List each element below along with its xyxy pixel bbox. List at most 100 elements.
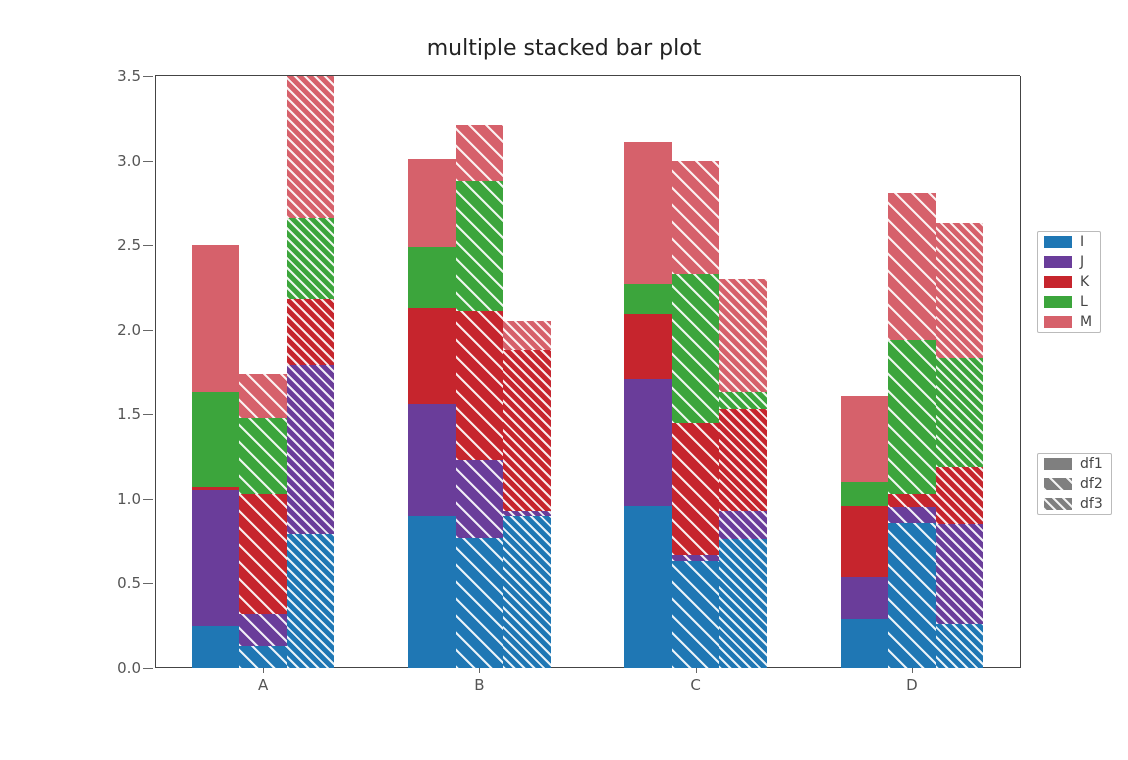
y-tick xyxy=(143,499,153,500)
segment-I xyxy=(456,538,504,668)
legend-series-row: I xyxy=(1038,232,1100,252)
segment-M xyxy=(287,76,335,218)
segment-L xyxy=(287,218,335,299)
y-tick xyxy=(143,245,153,246)
segment-J xyxy=(719,511,767,540)
segment-L xyxy=(841,482,889,506)
y-tick xyxy=(143,161,153,162)
legend-patch-J xyxy=(1044,256,1072,268)
legend-groups: df1 df2 df3 xyxy=(1037,453,1112,515)
bar-C-df2 xyxy=(672,76,720,668)
segment-M xyxy=(239,374,287,418)
segment-M xyxy=(719,279,767,392)
bar-A-df2 xyxy=(239,76,287,668)
segment-L xyxy=(624,284,672,314)
segment-I xyxy=(192,626,240,668)
segment-J xyxy=(841,577,889,619)
segment-K xyxy=(888,494,936,508)
y-tick xyxy=(143,330,153,331)
segment-M xyxy=(624,142,672,284)
segment-J xyxy=(936,524,984,624)
legend-label: df2 xyxy=(1080,476,1103,492)
segment-J xyxy=(287,365,335,534)
y-tick-label: 1.5 xyxy=(117,405,141,423)
segment-K xyxy=(192,487,240,490)
segment-L xyxy=(456,181,504,311)
y-tick-label: 0.5 xyxy=(117,574,141,592)
legend-patch-df2 xyxy=(1044,478,1072,490)
segment-K xyxy=(624,314,672,378)
segment-J xyxy=(456,460,504,538)
segment-J xyxy=(503,511,551,516)
segment-I xyxy=(672,561,720,668)
y-tick xyxy=(143,76,153,77)
bar-B-df2 xyxy=(456,76,504,668)
segment-L xyxy=(239,418,287,494)
segment-K xyxy=(936,467,984,525)
segment-L xyxy=(192,392,240,487)
bar-D-df1 xyxy=(841,76,889,668)
segment-I xyxy=(719,539,767,668)
y-tick-label: 2.5 xyxy=(117,236,141,254)
legend-groups-row: df1 xyxy=(1038,454,1111,474)
plot-area xyxy=(155,76,1020,668)
segment-L xyxy=(408,247,456,308)
bar-B-df3 xyxy=(503,76,551,668)
y-tick-label: 2.0 xyxy=(117,321,141,339)
x-tick xyxy=(912,668,913,673)
segment-J xyxy=(888,507,936,522)
bar-B-df1 xyxy=(408,76,456,668)
segment-L xyxy=(672,274,720,423)
bar-C-df3 xyxy=(719,76,767,668)
segment-M xyxy=(841,396,889,482)
y-tick-label: 0.0 xyxy=(117,659,141,677)
legend-series: IJKLM xyxy=(1037,231,1101,333)
x-tick xyxy=(696,668,697,673)
segment-I xyxy=(239,646,287,668)
x-tick-label: B xyxy=(474,676,484,694)
segment-L xyxy=(719,392,767,409)
segment-I xyxy=(503,516,551,668)
legend-label: J xyxy=(1080,254,1084,270)
segment-M xyxy=(936,223,984,358)
legend-series-row: K xyxy=(1038,272,1100,292)
legend-series-row: J xyxy=(1038,252,1100,272)
segment-J xyxy=(408,404,456,516)
segment-I xyxy=(287,534,335,668)
segment-J xyxy=(672,555,720,562)
segment-M xyxy=(503,321,551,350)
legend-series-row: L xyxy=(1038,292,1100,312)
segment-I xyxy=(408,516,456,668)
segment-L xyxy=(888,340,936,494)
y-tick-label: 1.0 xyxy=(117,490,141,508)
y-tick xyxy=(143,583,153,584)
segment-M xyxy=(408,159,456,247)
y-tick xyxy=(143,414,153,415)
segment-J xyxy=(624,379,672,506)
segment-M xyxy=(192,245,240,392)
legend-groups-row: df2 xyxy=(1038,474,1111,494)
chart-title: multiple stacked bar plot xyxy=(0,36,1128,61)
legend-label: df3 xyxy=(1080,496,1103,512)
segment-I xyxy=(936,624,984,668)
chart-axes: 0.00.51.01.52.02.53.03.5 ABCD xyxy=(155,76,1020,668)
bar-A-df3 xyxy=(287,76,335,668)
segment-K xyxy=(408,308,456,404)
legend-patch-df3 xyxy=(1044,498,1072,510)
segment-K xyxy=(841,506,889,577)
segment-M xyxy=(456,125,504,181)
x-tick-label: D xyxy=(906,676,918,694)
segment-K xyxy=(503,350,551,511)
x-tick-label: C xyxy=(690,676,700,694)
legend-patch-K xyxy=(1044,276,1072,288)
segment-M xyxy=(672,161,720,274)
legend-series-row: M xyxy=(1038,312,1100,332)
bar-C-df1 xyxy=(624,76,672,668)
segment-K xyxy=(672,423,720,555)
segment-K xyxy=(456,311,504,460)
segment-L xyxy=(936,358,984,466)
legend-label: K xyxy=(1080,274,1089,290)
segment-J xyxy=(192,490,240,625)
chart-figure: multiple stacked bar plot 0.00.51.01.52.… xyxy=(0,0,1128,760)
segment-K xyxy=(287,299,335,365)
